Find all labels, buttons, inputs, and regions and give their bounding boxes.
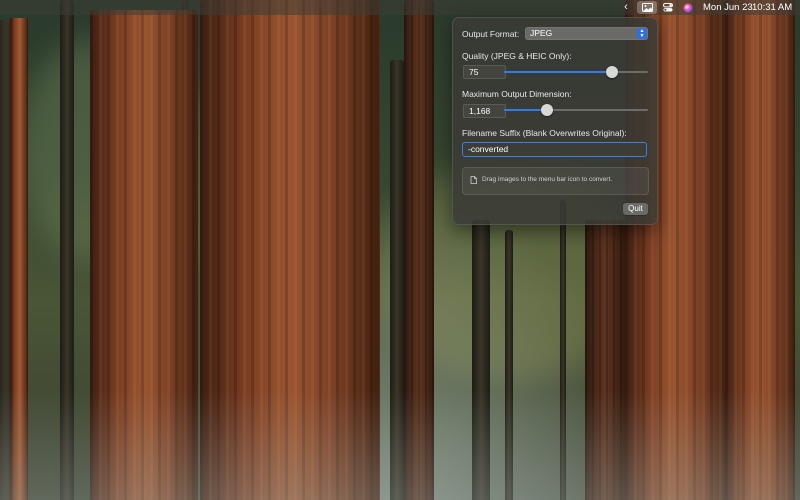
output-format-label: Output Format:	[462, 29, 520, 39]
quality-slider-knob[interactable]	[606, 66, 618, 78]
desktop-wallpaper	[0, 0, 800, 500]
converter-popover: Output Format: JPEG ▲ ▼ Quality (JPEG & H…	[452, 17, 658, 225]
drop-hint-box: Drag images to the menu bar icon to conv…	[462, 167, 649, 195]
menu-bar-date[interactable]: Mon Jun 23	[703, 0, 753, 15]
filename-suffix-input[interactable]: -converted	[462, 142, 647, 157]
document-icon	[470, 176, 477, 184]
quality-field[interactable]: 75	[463, 65, 506, 79]
control-center-icon[interactable]	[661, 0, 675, 15]
max-dimension-field[interactable]: 1,168	[463, 104, 506, 118]
select-stepper-icon: ▲ ▼	[637, 28, 647, 39]
menu-bar: ‹ Mon Jun 23 10:31 AM	[0, 0, 800, 15]
max-dimension-slider-knob[interactable]	[541, 104, 554, 116]
quit-button[interactable]: Quit	[623, 203, 648, 215]
drop-hint-text: Drag images to the menu bar icon to conv…	[482, 176, 613, 183]
chevron-left-icon[interactable]: ‹	[620, 0, 632, 15]
max-dimension-label: Maximum Output Dimension:	[462, 89, 572, 99]
image-converter-icon[interactable]	[637, 1, 657, 14]
output-format-value: JPEG	[530, 28, 553, 38]
output-format-select[interactable]: JPEG ▲ ▼	[525, 27, 648, 40]
quality-slider[interactable]	[504, 65, 648, 79]
filename-suffix-label: Filename Suffix (Blank Overwrites Origin…	[462, 128, 627, 138]
menu-bar-time[interactable]: 10:31 AM	[752, 0, 792, 15]
siri-icon[interactable]	[682, 0, 694, 15]
quality-slider-fill	[504, 71, 612, 73]
quality-label: Quality (JPEG & HEIC Only):	[462, 51, 572, 61]
max-dimension-slider[interactable]	[504, 103, 648, 117]
